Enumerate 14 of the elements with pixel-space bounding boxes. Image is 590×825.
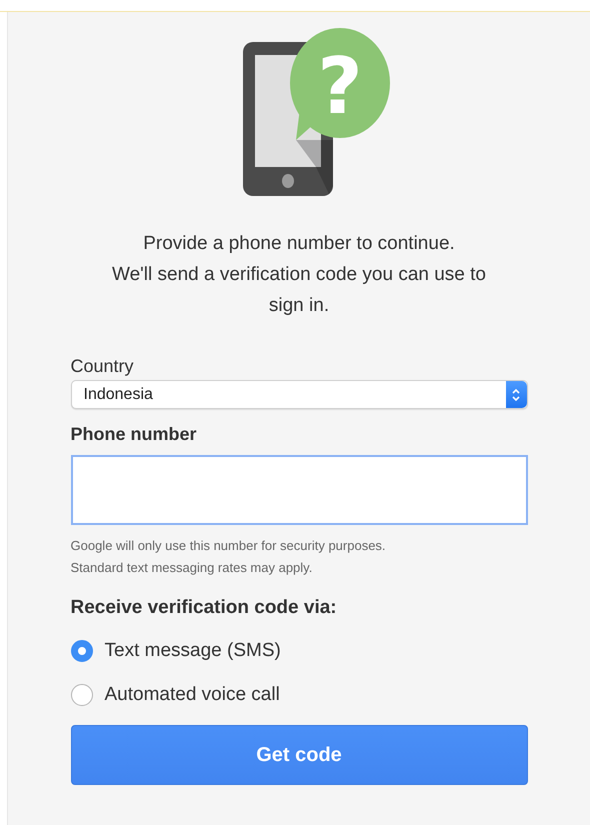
help-text: Google will only use this number for security purposes. [70,537,387,555]
stepper-icon [506,381,526,408]
phone-input[interactable] [70,455,528,525]
radio-button[interactable] [70,684,92,706]
country-label: Country [70,355,135,377]
intro-text: We'll send a verification code you can use to sign in. [111,263,487,318]
intro-text: Provide a phone number to continue. [142,232,456,256]
help-text: Standard text messaging rates may apply. [70,559,314,577]
radio-button[interactable] [70,640,92,662]
phone-label: Phone number [70,423,198,445]
option-label[interactable]: Automated voice call [104,684,280,706]
option-label[interactable]: Text message (SMS) [104,640,281,662]
method-heading: Receive verification code via: [70,597,338,619]
country-select[interactable]: Indonesia [70,380,528,409]
